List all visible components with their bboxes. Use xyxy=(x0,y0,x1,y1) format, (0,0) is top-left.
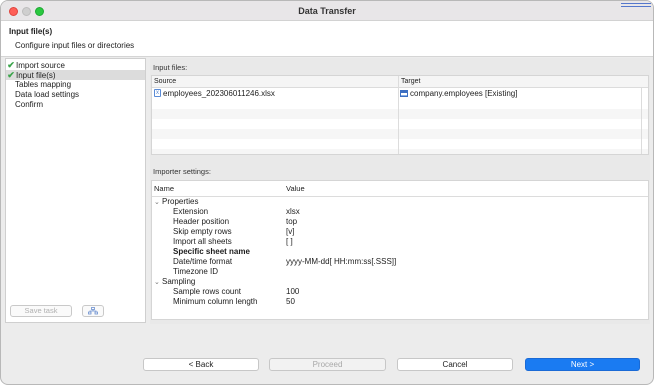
task-scheduler-icon xyxy=(88,307,98,315)
property-value[interactable]: 50 xyxy=(286,297,295,307)
empty-row xyxy=(152,119,648,129)
importer-settings-label: Importer settings: xyxy=(153,167,211,176)
property-value[interactable]: 100 xyxy=(286,287,299,297)
nav-item-label: Data load settings xyxy=(15,90,80,99)
group-label: Properties xyxy=(162,197,199,206)
property-name: Specific sheet name xyxy=(173,247,250,256)
column-header-value[interactable]: Value xyxy=(286,183,305,195)
property-row[interactable]: Sample rows count 100 xyxy=(152,287,648,297)
group-row-sampling[interactable]: ⌄ Sampling xyxy=(152,277,648,287)
property-value[interactable]: [v] xyxy=(286,227,294,237)
nav-item-label: Tables mapping xyxy=(15,80,72,89)
settings-header: Name Value xyxy=(152,183,648,195)
group-label: Sampling xyxy=(162,277,196,286)
checkmark-icon: ✔ xyxy=(7,60,15,70)
input-files-label: Input files: xyxy=(153,63,188,72)
source-file-name: employees_202306011246.xlsx xyxy=(163,89,275,98)
property-name: Skip empty rows xyxy=(173,227,232,236)
data-transfer-window: Data Transfer Input file(s) Configure in… xyxy=(0,0,654,385)
target-table-name: company.employees [Existing] xyxy=(410,89,518,98)
page-subtitle: Configure input files or directories xyxy=(15,41,135,50)
property-name: Header position xyxy=(173,217,230,226)
property-name: Sample rows count xyxy=(173,287,242,296)
target-cell[interactable]: company.employees [Existing] xyxy=(400,89,517,99)
property-value[interactable]: xlsx xyxy=(286,207,300,217)
nav-item-confirm[interactable]: Confirm xyxy=(6,100,145,110)
property-row[interactable]: Import all sheets [ ] xyxy=(152,237,648,247)
source-cell[interactable]: employees_202306011246.xlsx xyxy=(154,88,275,99)
table-row[interactable]: employees_202306011246.xlsx company.empl… xyxy=(152,88,648,99)
checkmark-icon: ✔ xyxy=(7,70,15,80)
property-value[interactable]: [ ] xyxy=(286,237,293,247)
nav-item-label: Input file(s) xyxy=(16,71,56,80)
excel-file-icon xyxy=(154,88,161,98)
property-value[interactable]: yyyy-MM-dd[ HH:mm:ss[.SSS]] xyxy=(286,257,396,267)
property-name: Date/time format xyxy=(173,257,233,266)
proceed-button[interactable]: Proceed xyxy=(269,358,386,371)
nav-item-label: Confirm xyxy=(15,100,44,109)
corner-decoration xyxy=(621,1,651,13)
save-task-button[interactable]: Save task xyxy=(10,305,72,317)
main-panel: Input files: Source Target employees_202… xyxy=(150,58,650,324)
back-button[interactable]: < Back xyxy=(143,358,259,371)
column-header-name[interactable]: Name xyxy=(154,183,174,195)
property-row[interactable]: Specific sheet name xyxy=(152,247,648,257)
column-header-target[interactable]: Target xyxy=(398,76,648,88)
empty-row xyxy=(152,109,648,119)
property-row[interactable]: Minimum column length 50 xyxy=(152,297,648,307)
input-files-table[interactable]: Source Target employees_202306011246.xls… xyxy=(151,75,649,155)
property-row[interactable]: Extension xlsx xyxy=(152,207,648,217)
page-header: Input file(s) Configure input files or d… xyxy=(1,21,653,57)
title-bar: Data Transfer xyxy=(1,1,653,21)
property-row[interactable]: Timezone ID xyxy=(152,267,648,277)
task-scheduler-button[interactable] xyxy=(82,305,104,317)
empty-row xyxy=(152,99,648,109)
group-row-properties[interactable]: ⌄ Properties xyxy=(152,197,648,207)
column-header-source[interactable]: Source xyxy=(152,76,398,88)
page-title: Input file(s) xyxy=(9,27,53,36)
property-name: Extension xyxy=(173,207,209,216)
empty-row xyxy=(152,129,648,139)
next-button[interactable]: Next > xyxy=(525,358,640,371)
table-icon xyxy=(400,90,408,97)
nav-item-import-source[interactable]: ✔Import source xyxy=(6,60,145,70)
property-name: Import all sheets xyxy=(173,237,232,246)
property-row[interactable]: Skip empty rows [v] xyxy=(152,227,648,237)
nav-item-data-load-settings[interactable]: Data load settings xyxy=(6,90,145,100)
property-name: Timezone ID xyxy=(173,267,219,276)
nav-item-label: Import source xyxy=(16,61,65,70)
window-title: Data Transfer xyxy=(298,6,356,16)
column-divider xyxy=(641,88,642,154)
empty-row xyxy=(152,139,648,149)
wizard-steps-panel: ✔Import source ✔Input file(s) Tables map… xyxy=(5,58,146,323)
nav-item-input-files[interactable]: ✔Input file(s) xyxy=(6,70,145,80)
property-value[interactable]: top xyxy=(286,217,297,227)
cancel-button[interactable]: Cancel xyxy=(397,358,513,371)
nav-item-tables-mapping[interactable]: Tables mapping xyxy=(6,80,145,90)
property-row[interactable]: Date/time format yyyy-MM-dd[ HH:mm:ss[.S… xyxy=(152,257,648,267)
empty-row xyxy=(152,149,648,154)
column-divider xyxy=(398,88,399,154)
property-name: Minimum column length xyxy=(173,297,258,306)
property-row[interactable]: Header position top xyxy=(152,217,648,227)
importer-settings-table[interactable]: Name Value ⌄ Properties Extension xlsx He… xyxy=(151,180,649,320)
